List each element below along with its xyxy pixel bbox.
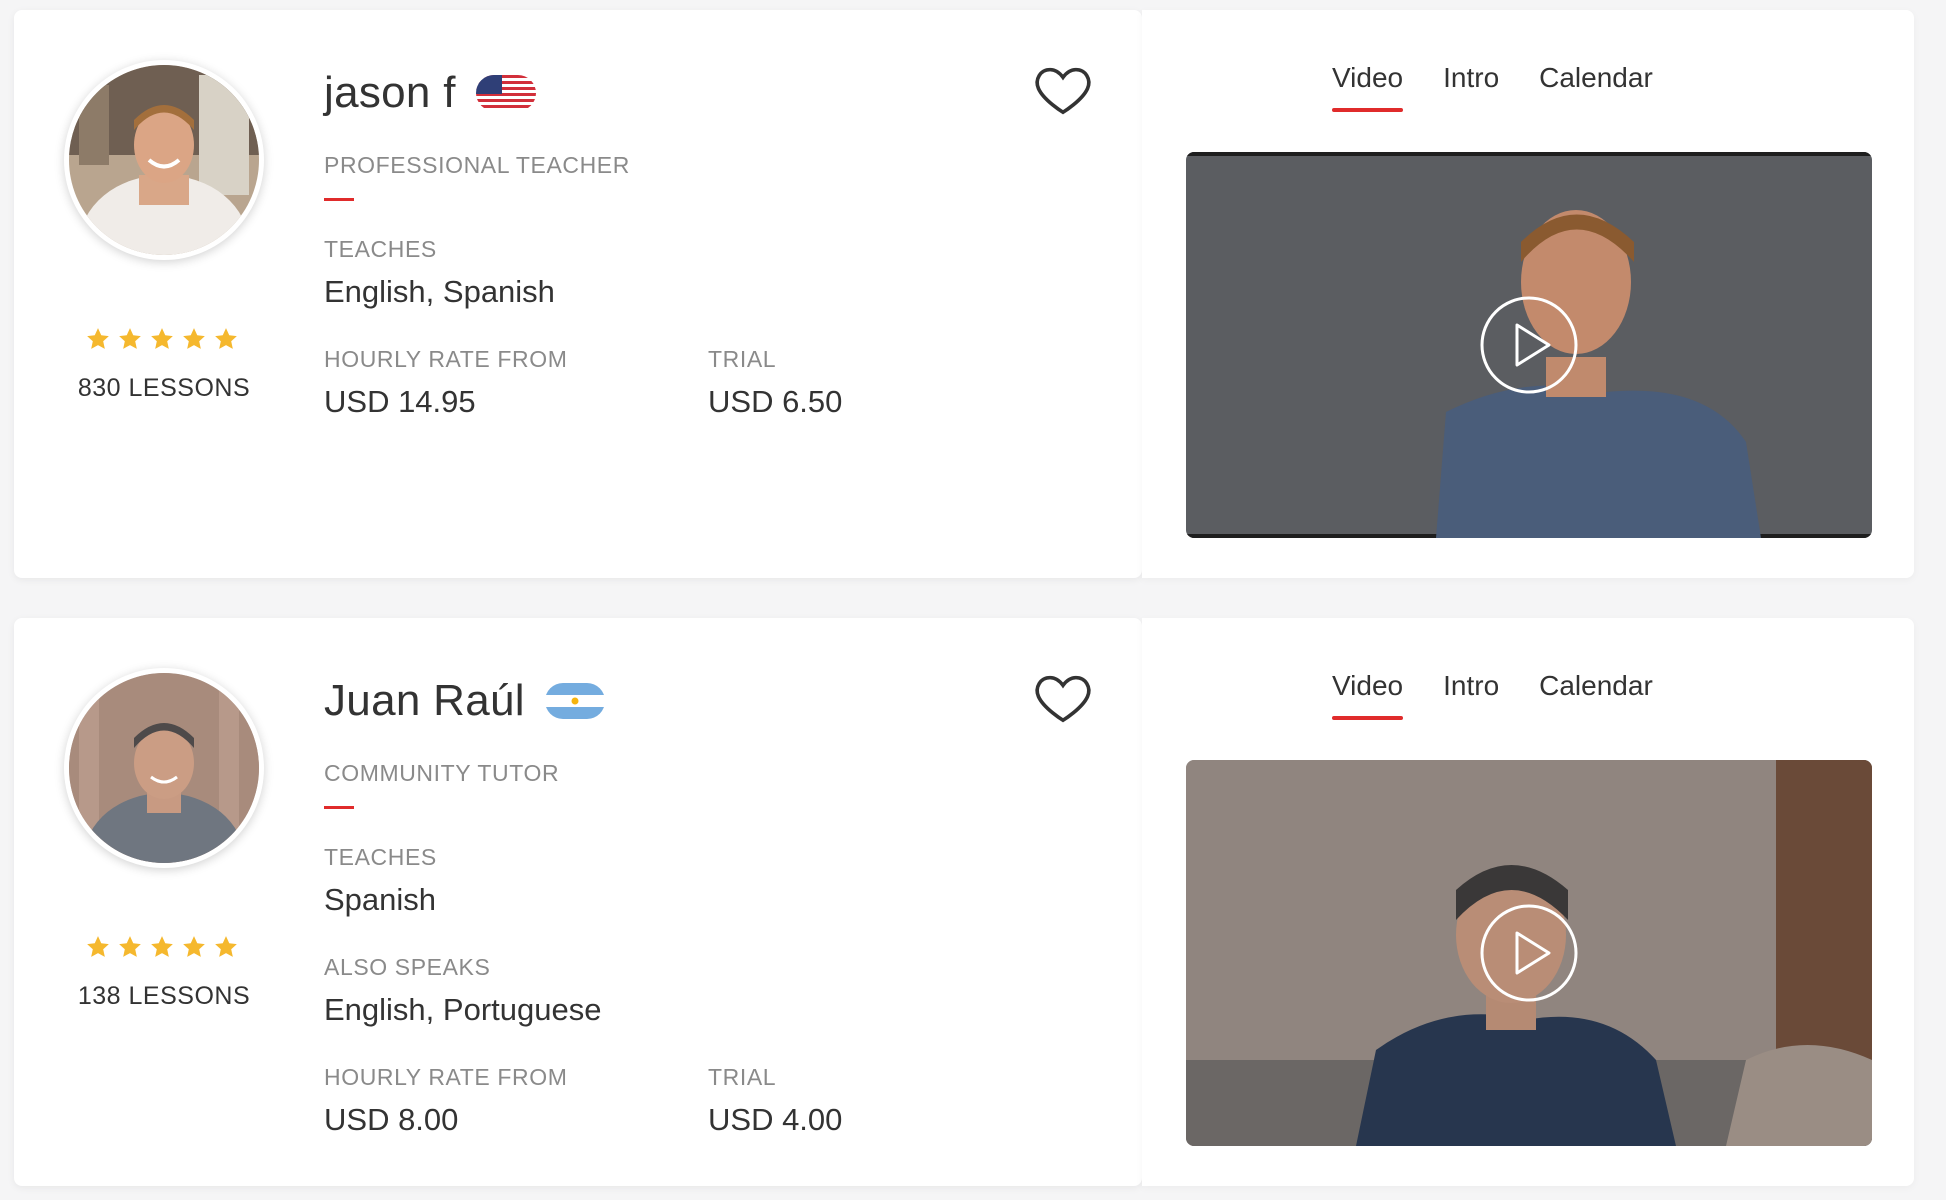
us-flag-icon — [475, 75, 536, 111]
avatar-photo — [69, 65, 259, 255]
tutor-card-row: 830 LESSONS jason f PROFESSIONAL TEACHER… — [14, 10, 1914, 578]
teaches-label: TEACHES — [324, 844, 437, 870]
tutor-role: COMMUNITY TUTOR — [324, 760, 560, 786]
star-icon — [87, 328, 109, 349]
tab-calendar[interactable]: Calendar — [1539, 670, 1653, 720]
lessons-count: 138 LESSONS — [77, 982, 251, 1010]
tutor-name[interactable]: jason f — [324, 68, 456, 118]
argentina-flag-icon — [544, 683, 605, 719]
rating-stars — [82, 934, 242, 960]
star-icon — [183, 936, 205, 957]
play-circle-icon[interactable] — [1479, 903, 1579, 1003]
tutor-card[interactable]: 138 LESSONS Juan Raúl COMMUNITY TUTOR TE… — [14, 618, 1142, 1186]
tutor-name-line: jason f — [324, 68, 536, 118]
hourly-rate-label: HOURLY RATE FROM — [324, 346, 568, 372]
also-speaks-label: ALSO SPEAKS — [324, 954, 491, 980]
accent-divider — [324, 198, 354, 201]
tab-video[interactable]: Video — [1332, 670, 1404, 720]
media-panel: Video Intro Calendar — [1142, 10, 1914, 578]
tutor-name[interactable]: Juan Raúl — [324, 676, 525, 726]
heart-outline-icon[interactable] — [1032, 58, 1094, 120]
tab-intro[interactable]: Intro — [1443, 62, 1499, 112]
tab-calendar[interactable]: Calendar — [1539, 62, 1653, 112]
hourly-rate-value: USD 14.95 — [324, 384, 476, 419]
intro-video[interactable] — [1186, 760, 1872, 1146]
rating-stars — [82, 326, 242, 352]
avatar[interactable] — [64, 60, 264, 260]
hourly-rate-label: HOURLY RATE FROM — [324, 1064, 568, 1090]
star-icon — [215, 328, 237, 349]
trial-label: TRIAL — [708, 346, 777, 372]
media-tabs: Video Intro Calendar — [1332, 62, 1653, 112]
trial-value: USD 4.00 — [708, 1102, 843, 1137]
tutor-card[interactable]: 830 LESSONS jason f PROFESSIONAL TEACHER… — [14, 10, 1142, 578]
heart-outline-icon[interactable] — [1032, 666, 1094, 728]
tutor-role: PROFESSIONAL TEACHER — [324, 152, 630, 178]
star-icon — [119, 328, 141, 349]
teaches-value: English, Spanish — [324, 274, 555, 309]
star-icon — [87, 936, 109, 957]
star-icon — [151, 328, 173, 349]
tutor-name-line: Juan Raúl — [324, 676, 605, 726]
trial-label: TRIAL — [708, 1064, 777, 1090]
avatar-photo — [69, 673, 259, 863]
hourly-rate-value: USD 8.00 — [324, 1102, 459, 1137]
star-icon — [215, 936, 237, 957]
trial-value: USD 6.50 — [708, 384, 843, 419]
star-icon — [119, 936, 141, 957]
avatar[interactable] — [64, 668, 264, 868]
tab-intro[interactable]: Intro — [1443, 670, 1499, 720]
intro-video[interactable] — [1186, 152, 1872, 538]
teaches-value: Spanish — [324, 882, 437, 917]
tab-video[interactable]: Video — [1332, 62, 1404, 112]
teaches-label: TEACHES — [324, 236, 437, 262]
tutor-card-row: 138 LESSONS Juan Raúl COMMUNITY TUTOR TE… — [14, 618, 1914, 1186]
star-icon — [151, 936, 173, 957]
media-panel: Video Intro Calendar — [1142, 618, 1914, 1186]
lessons-count: 830 LESSONS — [77, 374, 251, 402]
media-tabs: Video Intro Calendar — [1332, 670, 1653, 720]
play-circle-icon[interactable] — [1479, 295, 1579, 395]
also-speaks-value: English, Portuguese — [324, 992, 602, 1027]
accent-divider — [324, 806, 354, 809]
star-icon — [183, 328, 205, 349]
